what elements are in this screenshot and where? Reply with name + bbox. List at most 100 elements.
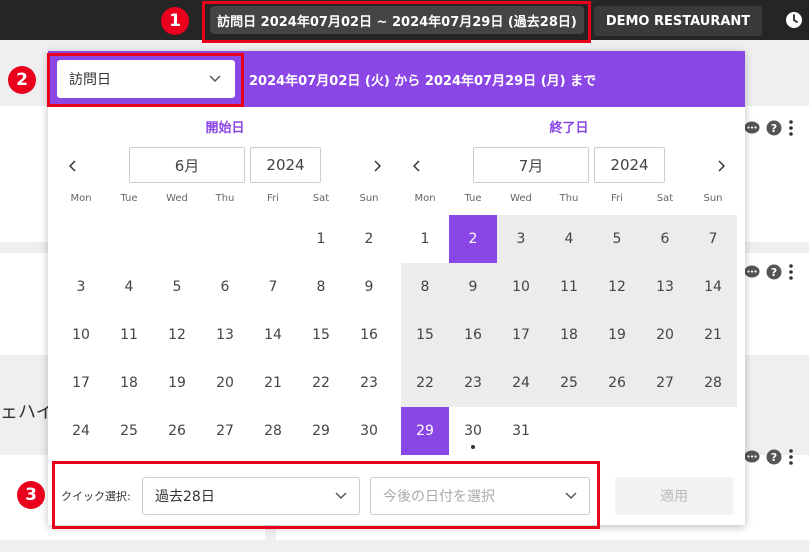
selected-range-summary: 2024年07月02日 (火) から 2024年07月29日 (月) まで — [249, 73, 597, 89]
calendar-day-end[interactable]: 28 — [689, 359, 737, 407]
calendar-day-end[interactable]: 1 — [401, 215, 449, 263]
calendar-day-start[interactable]: 26 — [153, 407, 201, 455]
weekday-header-start: Mon — [70, 193, 92, 204]
calendar-day-end[interactable]: 16 — [449, 311, 497, 359]
calendar-day-end[interactable]: 29 — [401, 407, 449, 455]
calendar-day-start[interactable]: 22 — [297, 359, 345, 407]
calendar-day-start[interactable]: 25 — [105, 407, 153, 455]
date-range-popup: 訪問日 2024年07月02日 (火) から 2024年07月29日 (月) ま… — [48, 51, 745, 525]
restaurant-selector-button[interactable]: DEMO RESTAURANT — [594, 6, 762, 36]
help-icon[interactable]: ? — [766, 264, 782, 280]
calendar-day-start[interactable]: 17 — [57, 359, 105, 407]
help-icon[interactable]: ? — [766, 120, 782, 136]
calendar-day-start[interactable]: 27 — [201, 407, 249, 455]
weekday-header-end: Thu — [559, 193, 579, 204]
calendar-day-end[interactable]: 17 — [497, 311, 545, 359]
calendar-day-start[interactable]: 7 — [249, 263, 297, 311]
clock-icon[interactable] — [785, 11, 803, 29]
calendar-day-start[interactable]: 20 — [201, 359, 249, 407]
calendar-day-start[interactable]: 15 — [297, 311, 345, 359]
calendar-day-start[interactable]: 2 — [345, 215, 393, 263]
calendar-day-end[interactable]: 27 — [641, 359, 689, 407]
comment-icon[interactable] — [744, 265, 760, 279]
help-icon[interactable]: ? — [766, 449, 782, 465]
calendar-day-end[interactable]: 25 — [545, 359, 593, 407]
chevron-right-icon — [374, 160, 381, 172]
background-card-icons-2: ? — [744, 264, 794, 280]
more-menu-icon[interactable] — [788, 264, 794, 280]
calendar-day-start[interactable]: 11 — [105, 311, 153, 359]
calendar-day-start[interactable]: 16 — [345, 311, 393, 359]
start-year-select[interactable]: 2024 — [250, 147, 321, 183]
comment-icon[interactable] — [744, 450, 760, 464]
start-month-select[interactable]: 6月 — [129, 147, 245, 183]
calendar-day-end[interactable]: 18 — [545, 311, 593, 359]
calendar-day-start[interactable]: 8 — [297, 263, 345, 311]
calendar-day-end[interactable]: 3 — [497, 215, 545, 263]
calendar-day-start[interactable]: 3 — [57, 263, 105, 311]
more-menu-icon[interactable] — [788, 449, 794, 465]
calendar-day-start[interactable]: 4 — [105, 263, 153, 311]
calendar-day-end[interactable]: 8 — [401, 263, 449, 311]
calendar-day-end[interactable]: 11 — [545, 263, 593, 311]
calendar-day-end[interactable]: 10 — [497, 263, 545, 311]
next-month-button-end[interactable] — [709, 154, 733, 178]
svg-text:?: ? — [771, 266, 777, 279]
calendar-day-start[interactable]: 6 — [201, 263, 249, 311]
chevron-left-icon — [413, 160, 420, 172]
calendar-day-end[interactable]: 4 — [545, 215, 593, 263]
end-month-select[interactable]: 7月 — [473, 147, 589, 183]
calendar-day-end[interactable]: 21 — [689, 311, 737, 359]
apply-button[interactable]: 適用 — [615, 477, 733, 515]
calendar-day-end[interactable]: 22 — [401, 359, 449, 407]
calendar-day-start[interactable]: 9 — [345, 263, 393, 311]
weekday-header-end: Sun — [703, 193, 723, 204]
svg-text:?: ? — [771, 451, 777, 464]
next-month-button-start[interactable] — [365, 154, 389, 178]
calendar-day-end[interactable]: 23 — [449, 359, 497, 407]
annotation-marker-3: 3 — [17, 481, 45, 509]
calendar-day-end[interactable]: 14 — [689, 263, 737, 311]
more-menu-icon[interactable] — [788, 120, 794, 136]
calendar-day-end[interactable]: 24 — [497, 359, 545, 407]
weekday-header-start: Tue — [120, 193, 138, 204]
calendar-day-start[interactable]: 14 — [249, 311, 297, 359]
calendar-day-end[interactable]: 7 — [689, 215, 737, 263]
prev-month-button-end[interactable] — [405, 154, 429, 178]
end-year-select[interactable]: 2024 — [594, 147, 665, 183]
calendar-day-start[interactable]: 18 — [105, 359, 153, 407]
calendar-day-end[interactable]: 20 — [641, 311, 689, 359]
calendar-day-end[interactable]: 13 — [641, 263, 689, 311]
calendar-day-start[interactable]: 19 — [153, 359, 201, 407]
prev-month-button-start[interactable] — [61, 154, 85, 178]
calendar-day-start[interactable]: 24 — [57, 407, 105, 455]
calendar-day-start[interactable]: 13 — [201, 311, 249, 359]
calendar-day-start[interactable]: 1 — [297, 215, 345, 263]
calendar-day-start[interactable]: 12 — [153, 311, 201, 359]
calendar-day-end[interactable]: 19 — [593, 311, 641, 359]
calendar-day-end[interactable]: 26 — [593, 359, 641, 407]
calendar-day-end[interactable]: 12 — [593, 263, 641, 311]
annotation-box-3 — [52, 461, 600, 529]
background-partial-text: ェハイ — [0, 402, 54, 423]
weekday-header-start: Sat — [312, 193, 330, 204]
calendar-day-end[interactable]: 5 — [593, 215, 641, 263]
weekday-header-start: Thu — [215, 193, 235, 204]
calendar-day-end[interactable]: 15 — [401, 311, 449, 359]
calendar-day-start[interactable]: 5 — [153, 263, 201, 311]
annotation-marker-2: 2 — [8, 66, 36, 94]
calendar-day-start[interactable]: 29 — [297, 407, 345, 455]
calendar-day-end[interactable]: 6 — [641, 215, 689, 263]
weekday-header-end: Wed — [510, 193, 532, 204]
weekday-header-end: Fri — [611, 193, 623, 204]
comment-icon[interactable] — [744, 121, 760, 135]
weekday-header-end: Sat — [656, 193, 674, 204]
calendar-day-end[interactable]: 31 — [497, 407, 545, 455]
calendar-day-end[interactable]: 2 — [449, 215, 497, 263]
calendar-day-start[interactable]: 23 — [345, 359, 393, 407]
calendar-day-start[interactable]: 30 — [345, 407, 393, 455]
calendar-day-start[interactable]: 21 — [249, 359, 297, 407]
calendar-day-end[interactable]: 9 — [449, 263, 497, 311]
calendar-day-start[interactable]: 28 — [249, 407, 297, 455]
calendar-day-start[interactable]: 10 — [57, 311, 105, 359]
